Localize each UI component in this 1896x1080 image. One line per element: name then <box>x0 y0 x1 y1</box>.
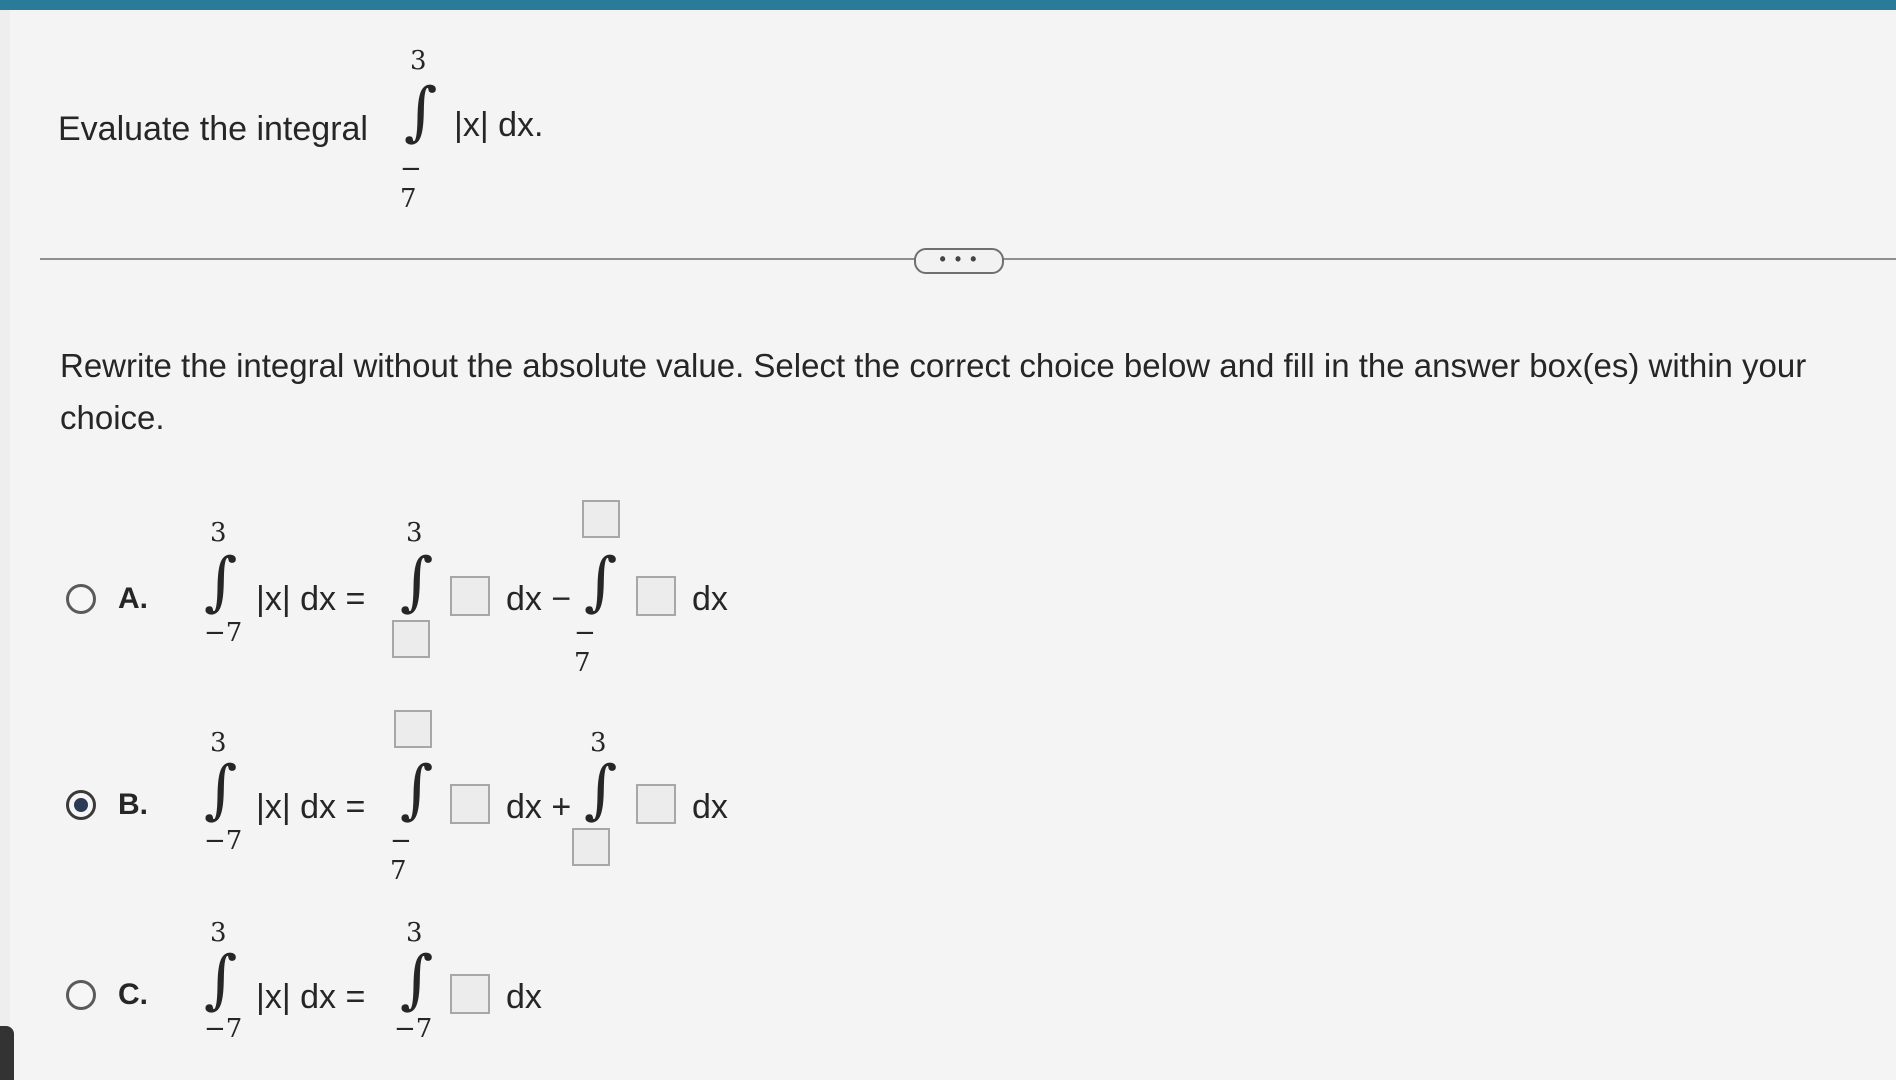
term1-tail: dx − <box>506 580 572 618</box>
lower-limit: −7 <box>204 826 243 856</box>
integral-sign: ∫ <box>204 753 238 827</box>
question-prompt: Evaluate the integral 3 ∫ − 7 |x| dx. <box>48 40 748 214</box>
term1-tail: dx + <box>506 788 572 826</box>
choice-a-letter: A. <box>118 582 148 615</box>
window-corner <box>0 1026 14 1080</box>
lhs-integrand: |x| dx = <box>256 788 366 826</box>
lower-limit-answer-box[interactable] <box>572 828 610 866</box>
lower-limit: − 7 <box>390 826 412 886</box>
lower-limit: −7 <box>204 618 243 648</box>
choice-c-radio[interactable] <box>66 980 96 1010</box>
term2-tail: dx <box>692 580 728 618</box>
choice-b[interactable]: B. 3 ∫ −7 |x| dx = ∫ − 7 dx + 3 ∫ dx <box>66 706 766 886</box>
upper-limit: 3 <box>410 46 427 76</box>
choice-a-radio[interactable] <box>66 584 96 614</box>
lhs-integrand: |x| dx = <box>256 580 366 618</box>
choice-a[interactable]: A. 3 ∫ −7 |x| dx = 3 ∫ dx − ∫ − 7 dx <box>66 500 766 680</box>
lower-limit: − 7 <box>574 618 596 678</box>
upper-limit-answer-box[interactable] <box>394 710 432 748</box>
question-prefix: Evaluate the integral <box>58 110 368 148</box>
integral-sign: ∫ <box>204 545 238 619</box>
lower-limit: −7 <box>204 1014 243 1044</box>
integral-sign: ∫ <box>584 545 618 619</box>
show-more-button[interactable]: • • • <box>914 248 1004 274</box>
lower-limit-answer-box[interactable] <box>392 620 430 658</box>
choice-b-radio[interactable] <box>66 790 96 820</box>
integrand-answer-box[interactable] <box>450 576 490 616</box>
upper-limit: 3 <box>406 518 423 548</box>
choice-b-letter: B. <box>118 788 148 821</box>
top-bar <box>0 0 1896 10</box>
upper-limit: 3 <box>210 518 227 548</box>
integral-sign: ∫ <box>584 753 618 827</box>
lower-limit: −7 <box>394 1014 433 1044</box>
integrand-answer-box[interactable] <box>450 784 490 824</box>
choice-c-letter: C. <box>118 978 148 1011</box>
integral-sign: ∫ <box>400 753 434 827</box>
integral-sign: ∫ <box>204 943 238 1017</box>
integral-sign: ∫ <box>400 545 434 619</box>
term1-tail: dx <box>506 978 542 1016</box>
lower-limit: − 7 <box>400 154 422 214</box>
choice-c[interactable]: C. 3 ∫ −7 |x| dx = 3 ∫ −7 dx <box>66 900 766 1080</box>
instructions-text: Rewrite the integral without the absolut… <box>60 347 1807 436</box>
integral-sign: ∫ <box>404 75 438 149</box>
lhs-integrand: |x| dx = <box>256 978 366 1016</box>
integral-sign: ∫ <box>400 943 434 1017</box>
term2-tail: dx <box>692 788 728 826</box>
integrand: |x| dx. <box>454 106 544 144</box>
integrand-answer-box[interactable] <box>450 974 490 1014</box>
integrand-answer-box[interactable] <box>636 784 676 824</box>
upper-limit-answer-box[interactable] <box>582 500 620 538</box>
integrand-answer-box[interactable] <box>636 576 676 616</box>
